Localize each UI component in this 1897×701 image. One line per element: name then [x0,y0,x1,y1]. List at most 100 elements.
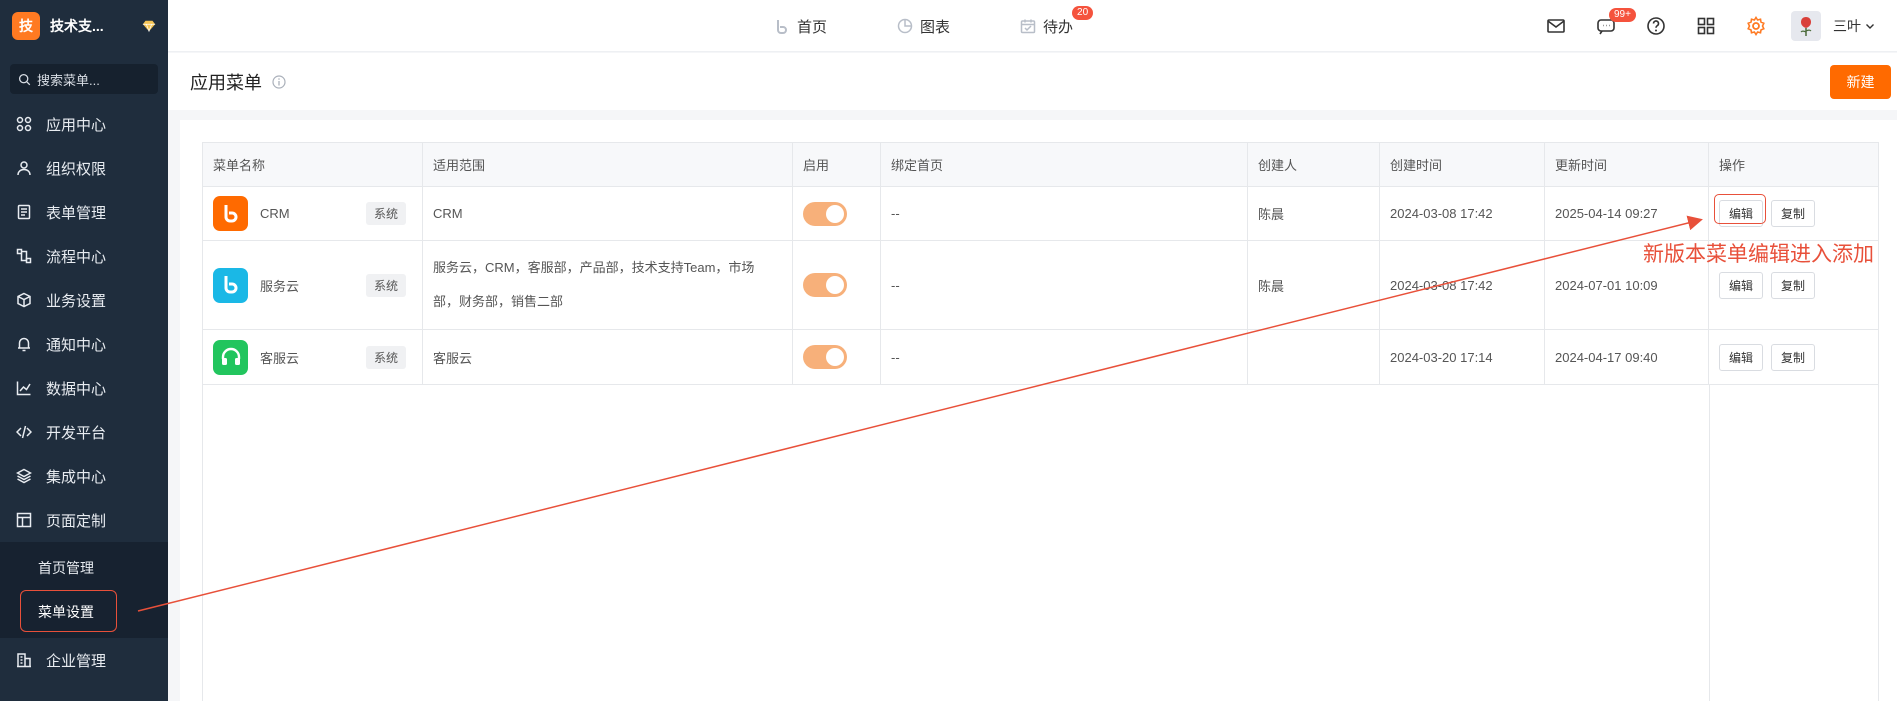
cell-scope: CRM [423,187,793,240]
page-title: 应用菜单 [190,72,262,93]
copy-button[interactable]: 复制 [1771,343,1816,371]
menu-table: 菜单名称 适用范围 启用 绑定首页 创建人 创建时间 更新时间 操作 CRM 系… [202,142,1879,701]
table-empty-area [203,385,1878,701]
cell-actions: 编辑 复制 [1709,330,1878,384]
cell-name: 客服云 系统 [203,330,423,384]
code-icon [16,425,32,439]
headset-app-icon [213,339,248,375]
cell-updated: 2025-04-14 09:27 [1545,187,1709,240]
sidebar-item-org[interactable]: 组织权限 [0,146,168,190]
company-name[interactable]: 技术支... [50,16,132,36]
cell-created: 2024-03-08 17:42 [1380,241,1545,329]
cell-enabled [793,187,881,240]
col-header-scope: 适用范围 [423,143,793,186]
sidebar-search[interactable]: 搜索菜单... [10,64,158,94]
copy-button[interactable]: 复制 [1771,271,1816,299]
apps-icon [16,116,32,132]
table-header: 菜单名称 适用范围 启用 绑定首页 创建人 创建时间 更新时间 操作 [203,143,1878,187]
col-header-created: 创建时间 [1380,143,1545,186]
bell-icon [18,337,30,352]
cell-created: 2024-03-20 17:14 [1380,330,1545,384]
sidebar-item-label: 业务设置 [46,292,107,310]
sidebar-item-label: 数据中心 [46,380,107,398]
info-icon[interactable] [272,74,286,89]
copy-button[interactable]: 复制 [1771,200,1816,227]
chevron-down-icon [1866,24,1874,29]
sidebar-header: 技 技术支... [0,0,168,52]
topnav-home[interactable]: 首页 [774,16,827,37]
app-name: 服务云 [260,278,300,294]
service-cloud-app-icon [213,267,248,303]
sidebar-item-page-custom[interactable]: 页面定制 [0,498,168,542]
sidebar-item-integration[interactable]: 集成中心 [0,454,168,498]
system-tag: 系统 [365,345,406,369]
table-row: 客服云 系统 客服云 -- 2024-03-20 17:14 2024-04-1… [203,330,1878,385]
sidebar-item-label: 应用中心 [46,116,107,134]
topbar: 首页 图表 待办 20 99+ 三叶 [168,0,1897,52]
cell-created: 2024-03-08 17:42 [1380,187,1545,240]
crm-app-icon [213,196,248,231]
sidebar-item-enterprise[interactable]: 企业管理 [0,638,168,682]
cell-home: -- [881,241,1248,329]
sidebar-item-label: 组织权限 [46,160,107,178]
sidebar-item-label: 流程中心 [46,248,107,266]
sidebar-item-label: 表单管理 [46,204,107,222]
new-button[interactable]: 新建 [1830,65,1891,99]
sidebar-item-flow[interactable]: 流程中心 [0,234,168,278]
todo-badge: 20 [1072,5,1094,20]
topnav-todo[interactable]: 待办 20 [1020,5,1094,37]
cell-creator: 陈晨 [1248,241,1380,329]
home-logo-icon [777,20,787,34]
avatar[interactable] [1791,11,1821,41]
cell-scope: 客服云 [423,330,793,384]
apps-grid-button[interactable] [1681,0,1731,52]
mail-button[interactable] [1531,0,1581,52]
flow-icon [16,248,32,264]
help-button[interactable] [1631,0,1681,52]
sidebar-item-notify[interactable]: 通知中心 [0,322,168,366]
enable-toggle[interactable] [803,345,847,369]
diamond-icon[interactable] [142,19,156,33]
grid-icon [1697,17,1715,35]
sidebar-item-label: 页面定制 [46,512,107,530]
sidebar-item-label: 集成中心 [46,468,107,486]
top-nav: 首页 图表 待办 20 [774,0,1094,52]
sidebar-item-label: 通知中心 [46,336,107,354]
sidebar-item-forms[interactable]: 表单管理 [0,190,168,234]
gear-icon [1747,16,1765,36]
app-name: 客服云 [260,350,300,366]
user-menu[interactable]: 三叶 [1833,16,1875,36]
user-icon [17,161,31,176]
edit-button[interactable]: 编辑 [1719,271,1764,299]
page-header: 应用菜单 新建 [168,53,1897,110]
cell-updated: 2024-04-17 09:40 [1545,330,1709,384]
enable-toggle[interactable] [803,201,847,226]
sidebar-item-dev[interactable]: 开发平台 [0,410,168,454]
sidebar-item-label: 企业管理 [46,652,107,670]
cell-name: CRM 系统 [203,187,423,240]
calendar-icon [1020,19,1036,34]
enable-toggle[interactable] [803,273,847,297]
sidebar-item-data[interactable]: 数据中心 [0,366,168,410]
layout-icon [16,512,32,528]
col-header-actions: 操作 [1719,158,1746,173]
username: 三叶 [1833,18,1861,34]
sidebar-item-business[interactable]: 业务设置 [0,278,168,322]
col-header-home: 绑定首页 [881,143,1248,186]
chat-button[interactable]: 99+ [1581,0,1636,52]
sidebar-item-apps[interactable]: 应用中心 [0,102,168,146]
edit-button[interactable]: 编辑 [1719,343,1764,371]
topnav-chart[interactable]: 图表 [897,16,950,37]
pie-chart-icon [897,18,913,34]
cell-scope: 服务云，CRM，客服部，产品部，技术支持Team，市场部，财务部，销售二部 [423,241,793,329]
annotation-text: 新版本菜单编辑进入添加 [1643,243,1874,266]
col-header-creator: 创建人 [1248,143,1380,186]
form-icon [17,204,31,220]
settings-button[interactable] [1731,0,1781,52]
col-header-updated: 更新时间 [1545,143,1709,186]
company-logo[interactable]: 技 [12,12,40,40]
sidebar-subitem-home-manage[interactable]: 首页管理 [0,546,168,590]
column-divider [1709,385,1710,701]
topnav-label: 图表 [920,18,951,36]
table-row: CRM 系统 CRM -- 陈晨 2024-03-08 17:42 2025-0… [203,187,1878,241]
